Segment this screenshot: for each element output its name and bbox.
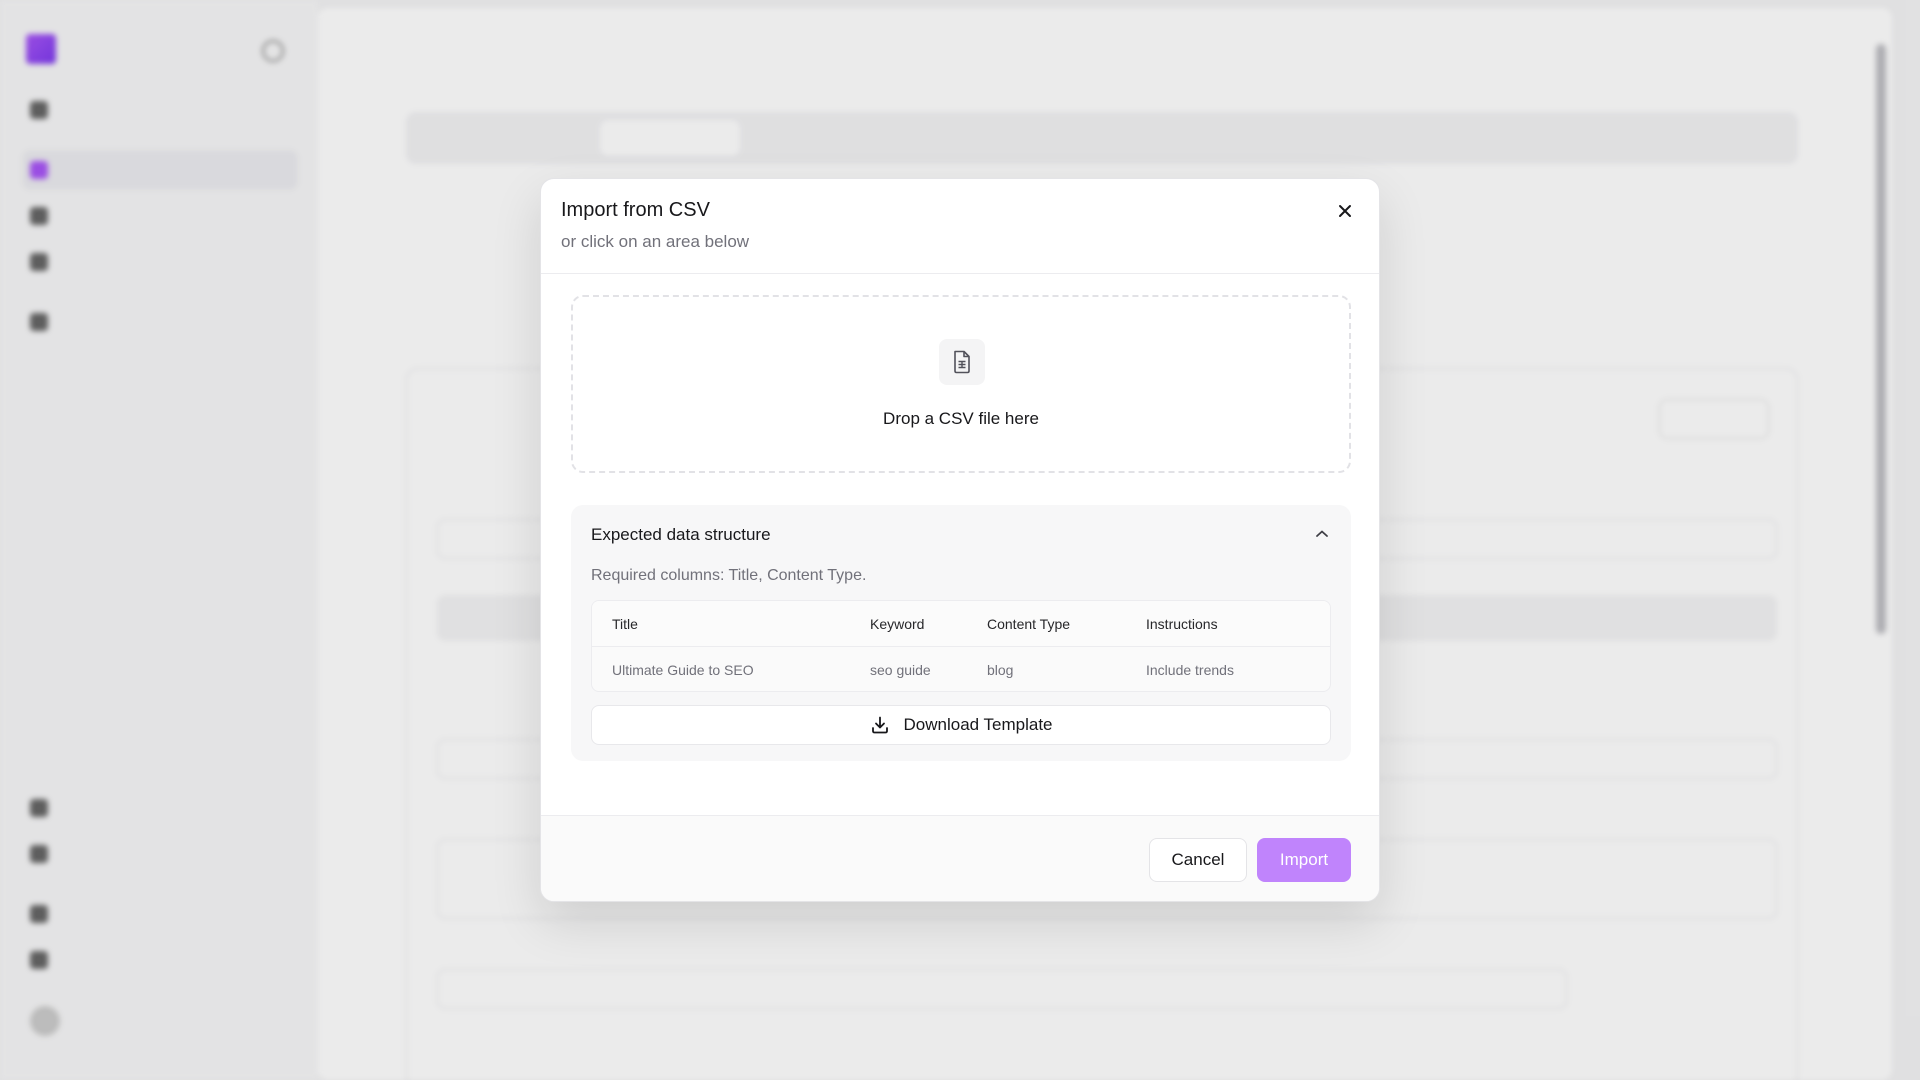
table-cell: blog	[987, 662, 1014, 678]
table-cell: Include trends	[1146, 662, 1234, 678]
close-icon	[1339, 205, 1351, 217]
required-columns-note: Required columns: Title, Content Type.	[591, 567, 867, 584]
close-button[interactable]	[1331, 197, 1359, 225]
cancel-button[interactable]: Cancel	[1149, 838, 1247, 882]
column-header: Keyword	[870, 616, 925, 632]
file-spreadsheet-icon	[939, 339, 985, 385]
collapse-toggle[interactable]	[1311, 523, 1333, 545]
dialog-header: Import from CSV or click on an area belo…	[541, 179, 1379, 274]
import-button[interactable]: Import	[1257, 838, 1351, 882]
dialog-footer: Cancel Import	[541, 815, 1379, 901]
table-header-row: Title Keyword Content Type Instructions	[592, 601, 1330, 647]
download-template-button[interactable]: Download Template	[591, 705, 1331, 745]
dialog-description: or click on an area below	[561, 232, 750, 251]
table-cell: Ultimate Guide to SEO	[612, 662, 754, 678]
column-header: Title	[612, 616, 638, 632]
csv-dropzone[interactable]: Drop a CSV file here	[571, 295, 1351, 473]
table-cell: seo guide	[870, 662, 931, 678]
table-row: Ultimate Guide to SEO seo guide blog Inc…	[592, 647, 1330, 691]
structure-table: Title Keyword Content Type Instructions …	[591, 600, 1331, 692]
expected-structure-panel: Expected data structure Required columns…	[571, 505, 1351, 761]
import-csv-dialog: Import from CSV or click on an area belo…	[540, 178, 1380, 902]
expected-structure-title: Expected data structure	[591, 525, 771, 544]
column-header: Content Type	[987, 616, 1071, 632]
dropzone-label: Drop a CSV file here	[883, 409, 1039, 428]
download-icon	[871, 716, 888, 734]
chevron-up-icon	[1316, 530, 1328, 537]
column-header: Instructions	[1146, 616, 1218, 632]
download-template-label: Download Template	[903, 715, 1053, 734]
dialog-title: Import from CSV	[561, 199, 710, 221]
